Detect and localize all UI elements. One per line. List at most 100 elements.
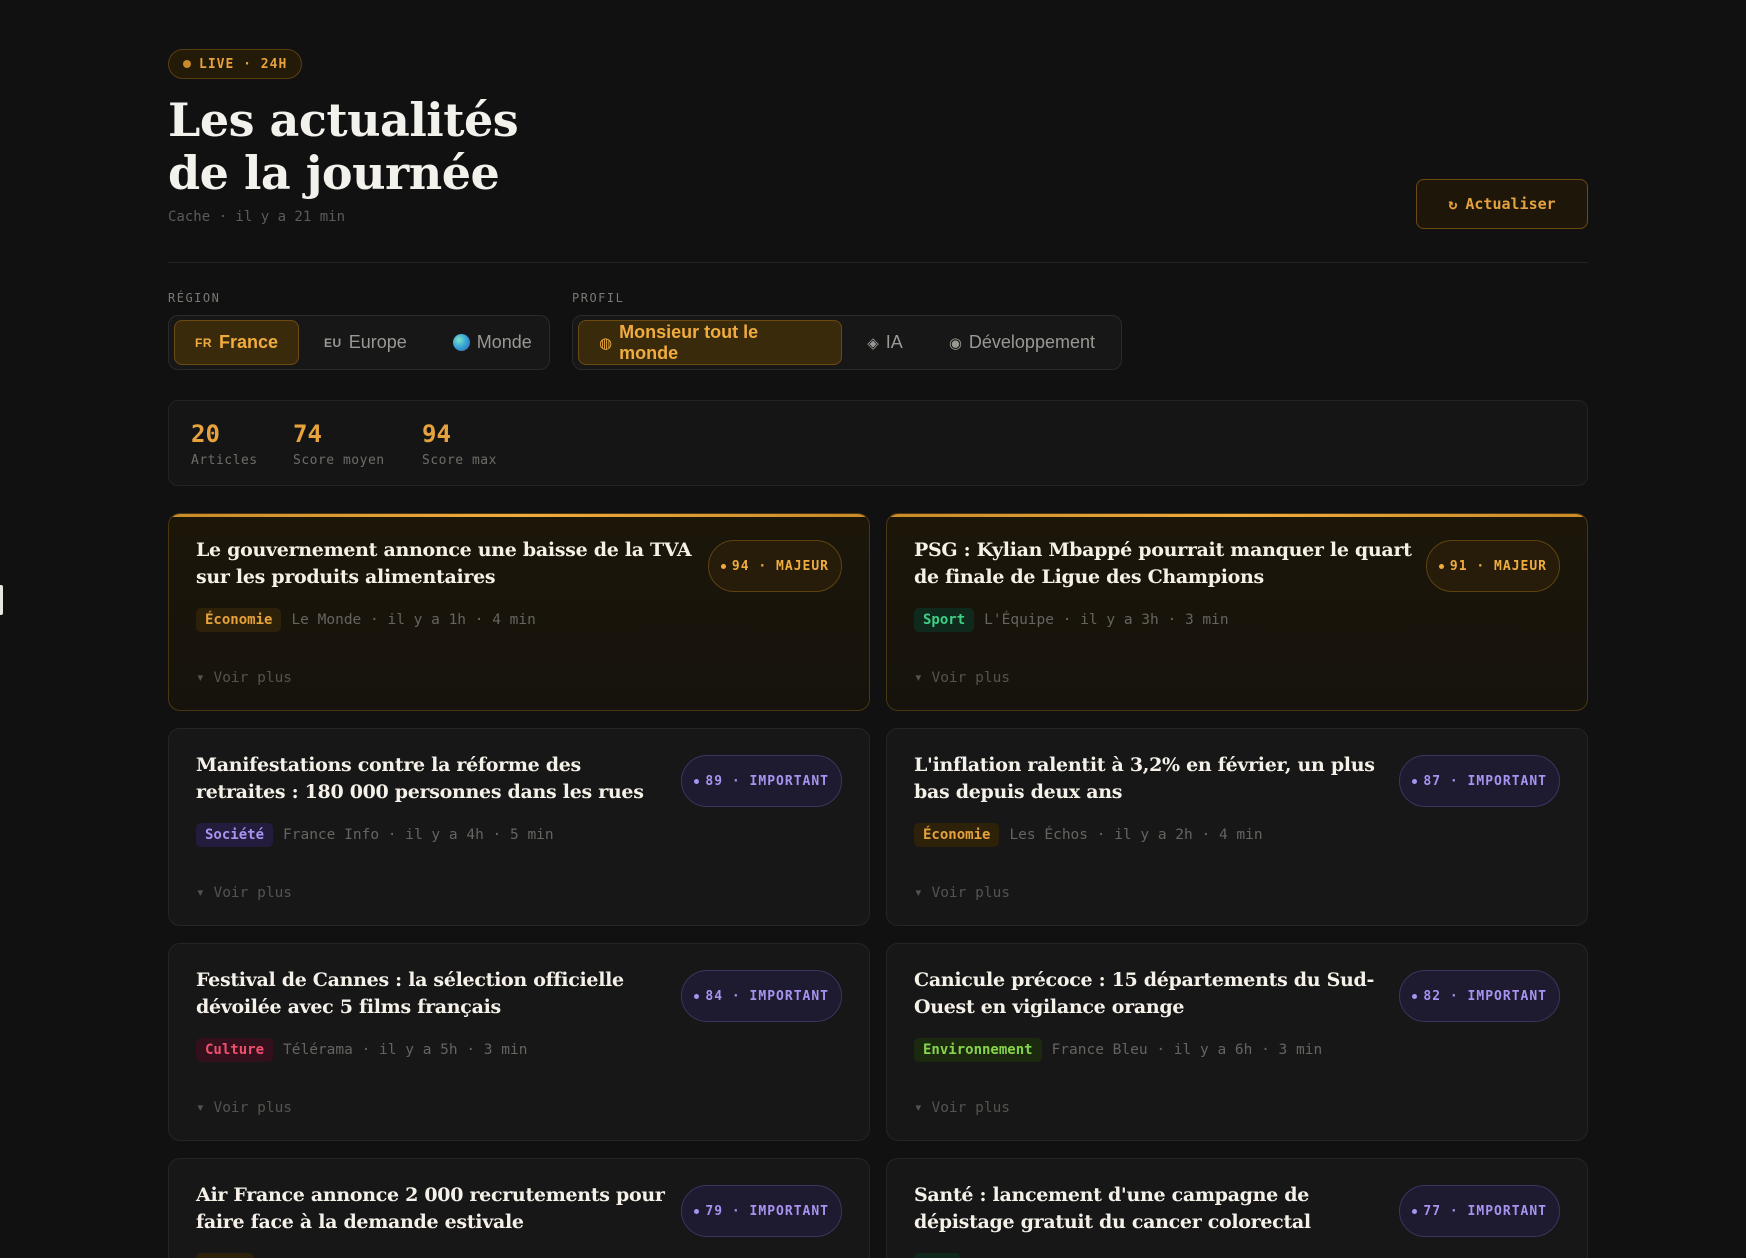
voir-plus-link[interactable]: ▾ Voir plus xyxy=(196,885,292,901)
source-info: France Bleu · il y a 6h · 3 min xyxy=(1051,1042,1323,1058)
score-label: 91 · MAJEUR xyxy=(1449,558,1547,574)
profile-dev[interactable]: ◉ Développement xyxy=(928,320,1116,365)
article-title[interactable]: Le gouvernement annonce une baisse de la… xyxy=(196,537,696,591)
region-monde-label: Monde xyxy=(476,332,532,352)
score-dot-icon xyxy=(1438,563,1444,569)
article-card[interactable]: Le gouvernement annonce une baisse de la… xyxy=(168,513,870,711)
source-info: France Info · il y a 4h · 5 min xyxy=(283,827,554,843)
category-tag: Culture xyxy=(196,1038,274,1062)
score-badge: 79 · IMPORTANT xyxy=(681,1185,842,1237)
score-dot-icon xyxy=(1412,778,1418,784)
stat-value: 94 xyxy=(422,420,451,448)
score-badge: 89 · IMPORTANT xyxy=(681,755,842,807)
category-tag xyxy=(196,1253,254,1258)
region-monde[interactable]: Monde xyxy=(432,320,553,365)
score-badge: 84 · IMPORTANT xyxy=(681,970,842,1022)
article-title[interactable]: Air France annonce 2 000 recrutements po… xyxy=(196,1182,676,1236)
dot-icon: ◉ xyxy=(948,334,962,352)
score-badge: 87 · IMPORTANT xyxy=(1399,755,1560,807)
category-tag: Environnement xyxy=(914,1038,1042,1062)
category-tag: Sport xyxy=(914,608,975,632)
score-dot-icon xyxy=(1412,993,1418,999)
article-title[interactable]: Festival de Cannes : la sélection offici… xyxy=(196,967,676,1021)
article-card[interactable]: Air France annonce 2 000 recrutements po… xyxy=(168,1158,870,1258)
stat-articles: 20 Articles xyxy=(191,419,258,468)
voir-plus-link[interactable]: ▾ Voir plus xyxy=(196,1100,292,1116)
article-meta xyxy=(196,1253,254,1258)
score-label: 94 · MAJEUR xyxy=(731,558,829,574)
stat-label: Score max xyxy=(422,453,497,468)
voir-plus-link[interactable]: ▾ Voir plus xyxy=(914,885,1010,901)
score-label: 87 · IMPORTANT xyxy=(1423,773,1547,789)
score-dot-icon xyxy=(720,563,726,569)
profile-ia-label: IA xyxy=(885,332,903,352)
score-badge: 77 · IMPORTANT xyxy=(1399,1185,1560,1237)
cache-status: Cache · il y a 21 min xyxy=(168,209,346,225)
stat-label: Articles xyxy=(191,453,258,468)
category-tag xyxy=(914,1253,960,1258)
article-card[interactable]: Santé : lancement d'une campagne de dépi… xyxy=(886,1158,1588,1258)
globe-icon xyxy=(452,334,470,351)
stat-value: 20 xyxy=(191,420,220,448)
article-title[interactable]: Canicule précoce : 15 départements du Su… xyxy=(914,967,1394,1021)
score-dot-icon xyxy=(694,1208,700,1214)
profile-label: PROFIL xyxy=(572,291,625,305)
voir-plus-link[interactable]: ▾ Voir plus xyxy=(196,670,292,686)
stats-panel: 20 Articles 74 Score moyen 94 Score max xyxy=(168,400,1588,486)
region-europe[interactable]: EU Europe xyxy=(303,320,428,365)
article-card[interactable]: L'inflation ralentit à 3,2% en février, … xyxy=(886,728,1588,926)
article-card[interactable]: Manifestations contre la réforme des ret… xyxy=(168,728,870,926)
article-title[interactable]: Santé : lancement d'une campagne de dépi… xyxy=(914,1182,1394,1236)
source-info: L'Équipe · il y a 3h · 3 min xyxy=(984,612,1229,628)
region-selector: FR France EU Europe Monde xyxy=(168,315,550,370)
score-label: 77 · IMPORTANT xyxy=(1423,1203,1547,1219)
article-card[interactable]: PSG : Kylian Mbappé pourrait manquer le … xyxy=(886,513,1588,711)
category-tag: Économie xyxy=(196,608,282,632)
voir-plus-link[interactable]: ▾ Voir plus xyxy=(914,670,1010,686)
region-europe-label: Europe xyxy=(348,332,407,352)
source-info: Le Monde · il y a 1h · 4 min xyxy=(291,612,536,628)
article-card[interactable]: Canicule précoce : 15 départements du Su… xyxy=(886,943,1588,1141)
page-title-line1: Les actualités xyxy=(168,93,519,147)
article-title[interactable]: PSG : Kylian Mbappé pourrait manquer le … xyxy=(914,537,1414,591)
live-badge: LIVE · 24H xyxy=(168,49,303,79)
stat-score-max: 94 Score max xyxy=(422,419,497,468)
profile-general[interactable]: ◍ Monsieur tout le monde xyxy=(578,320,843,365)
article-meta: Environnement France Bleu · il y a 6h · 3… xyxy=(914,1038,1322,1062)
score-label: 79 · IMPORTANT xyxy=(705,1203,829,1219)
score-dot-icon xyxy=(694,993,700,999)
stat-score-moyen: 74 Score moyen xyxy=(293,419,385,468)
stat-value: 74 xyxy=(293,420,322,448)
profile-ia[interactable]: ◈ IA xyxy=(846,320,924,365)
category-tag: Société xyxy=(196,823,274,847)
live-badge-label: LIVE · 24H xyxy=(199,56,288,72)
diamond-icon: ◈ xyxy=(867,334,879,352)
refresh-button[interactable]: ↻ Actualiser xyxy=(1416,179,1588,229)
article-card[interactable]: Festival de Cannes : la sélection offici… xyxy=(168,943,870,1141)
refresh-button-label: Actualiser xyxy=(1465,195,1556,213)
article-title[interactable]: L'inflation ralentit à 3,2% en février, … xyxy=(914,752,1394,806)
voir-plus-link[interactable]: ▾ Voir plus xyxy=(914,1100,1010,1116)
article-meta: Économie Les Échos · il y a 2h · 4 min xyxy=(914,823,1263,847)
profile-dev-label: Développement xyxy=(968,332,1095,352)
region-label: RÉGION xyxy=(168,291,221,305)
score-dot-icon xyxy=(694,778,700,784)
article-meta: Culture Télérama · il y a 5h · 3 min xyxy=(196,1038,527,1062)
score-badge: 94 · MAJEUR xyxy=(707,540,842,592)
article-meta: Sport L'Équipe · il y a 3h · 3 min xyxy=(914,608,1229,632)
header-divider xyxy=(168,262,1588,263)
category-tag: Économie xyxy=(914,823,1000,847)
region-france-label: France xyxy=(219,332,279,352)
flag-fr-icon: FR xyxy=(195,335,212,350)
page-title-line2: de la journée xyxy=(168,146,500,200)
article-title[interactable]: Manifestations contre la réforme des ret… xyxy=(196,752,676,806)
article-meta: Société France Info · il y a 4h · 5 min xyxy=(196,823,554,847)
profile-selector: ◍ Monsieur tout le monde ◈ IA ◉ Développ… xyxy=(572,315,1122,370)
edge-handle[interactable] xyxy=(0,585,3,615)
page-title: Les actualités de la journée xyxy=(168,93,519,200)
profile-general-label: Monsieur tout le monde xyxy=(619,321,759,363)
region-france[interactable]: FR France xyxy=(174,320,300,365)
refresh-icon: ↻ xyxy=(1448,195,1458,213)
article-meta: Économie Le Monde · il y a 1h · 4 min xyxy=(196,608,536,632)
score-badge: 91 · MAJEUR xyxy=(1425,540,1560,592)
